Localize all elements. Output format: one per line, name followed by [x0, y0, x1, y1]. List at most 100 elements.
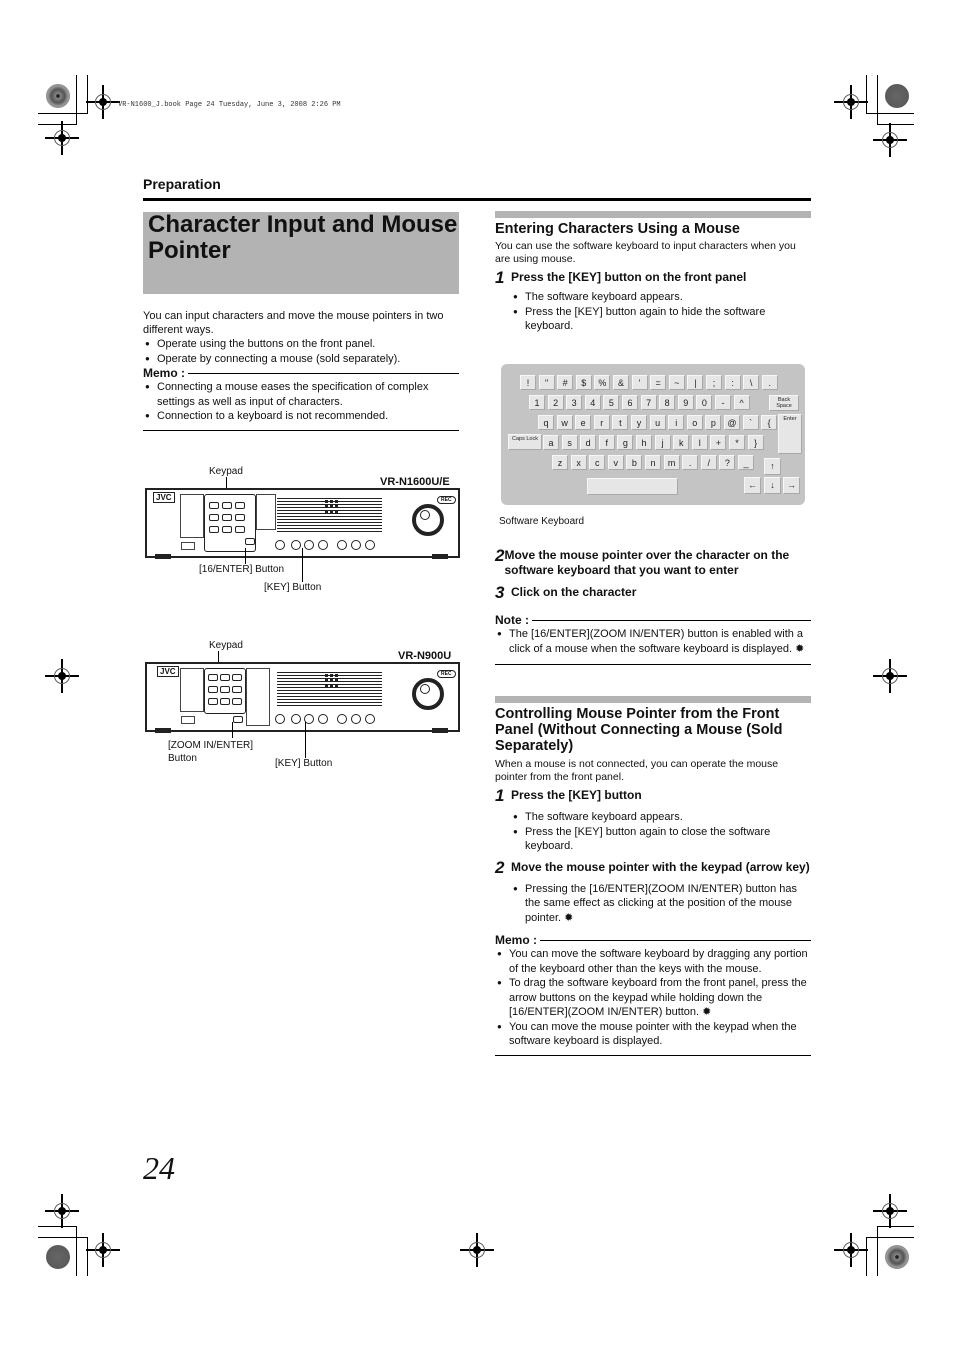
key-2[interactable]: c [589, 455, 606, 470]
key-1[interactable]: 2 [547, 395, 564, 410]
key-7[interactable]: k [673, 435, 690, 450]
key-6[interactable]: u [649, 415, 666, 430]
step-number: 1 [495, 268, 505, 287]
key-2[interactable]: # [557, 375, 574, 390]
front-button [351, 540, 361, 550]
key-5[interactable]: 6 [622, 395, 638, 410]
jog-dial [412, 678, 444, 710]
list-item: The software keyboard appears. [511, 290, 811, 305]
key-5[interactable]: & [613, 375, 629, 390]
key-7[interactable]: 8 [659, 395, 676, 410]
key-12[interactable]: { [761, 415, 778, 430]
key-11[interactable]: } [747, 435, 764, 450]
key-1[interactable]: w [556, 415, 573, 430]
front-button [275, 540, 285, 550]
key-4[interactable]: t [612, 415, 629, 430]
key-1[interactable]: " [538, 375, 555, 390]
jog-dial-center [420, 510, 430, 520]
key-3[interactable]: f [598, 435, 615, 450]
memo-bullets: You can move the software keyboard by dr… [495, 947, 811, 1049]
key-7[interactable]: . [682, 455, 699, 470]
step-text: Press the [KEY] button [511, 788, 642, 802]
list-item: To drag the software keyboard from the f… [495, 976, 811, 1020]
key-8[interactable]: l [691, 435, 708, 450]
key-4[interactable]: b [626, 455, 643, 470]
key-6[interactable]: m [663, 455, 680, 470]
key-4[interactable]: 5 [603, 395, 620, 410]
keyboard-caption: Software Keyboard [499, 516, 585, 527]
key-9[interactable]: ? [719, 455, 736, 470]
intro-bullets: Operate using the buttons on the front p… [143, 337, 459, 366]
key-8[interactable]: 9 [677, 395, 694, 410]
key-9[interactable]: + [710, 435, 727, 450]
crop-mark [866, 1237, 867, 1276]
key-10[interactable]: * [729, 435, 745, 450]
key-3[interactable]: $ [575, 375, 592, 390]
key-5[interactable]: h [636, 435, 652, 450]
key-4[interactable]: g [617, 435, 634, 450]
step-3: 3 Click on the character [495, 583, 811, 602]
key-6[interactable]: ' [631, 375, 648, 390]
key-8[interactable]: ~ [668, 375, 685, 390]
keypad-key [220, 698, 230, 705]
key-leader-1 [302, 548, 303, 582]
keypad-key [208, 698, 218, 705]
key-7[interactable]: i [668, 415, 685, 430]
keypad-key [235, 526, 245, 533]
key-3[interactable]: 4 [584, 395, 601, 410]
keypad-key [209, 514, 219, 521]
arrow-left-key[interactable]: ← [744, 477, 761, 494]
arrow-up-key[interactable]: ↑ [764, 458, 781, 475]
enter-key[interactable]: Enter [778, 414, 802, 454]
key-11[interactable]: ` [742, 415, 759, 430]
front-button [318, 714, 328, 724]
key-10[interactable]: - [715, 395, 731, 410]
key-12[interactable]: \ [743, 375, 760, 390]
key-10[interactable]: ; [706, 375, 722, 390]
key-8[interactable]: o [686, 415, 703, 430]
arrow-right-key[interactable]: → [783, 477, 800, 494]
crosshair-mark-top-right-a [834, 85, 868, 119]
jvc-logo: JVC [153, 492, 175, 503]
key-5[interactable]: n [645, 455, 661, 470]
key-1[interactable]: x [570, 455, 587, 470]
front-button [275, 714, 285, 724]
key-6[interactable]: j [654, 435, 671, 450]
key-5[interactable]: y [631, 415, 647, 430]
key-2[interactable]: d [580, 435, 597, 450]
backspace-key[interactable]: Back Space [769, 395, 799, 411]
key-3[interactable]: v [607, 455, 624, 470]
device-foot [432, 554, 448, 559]
key-2[interactable]: e [575, 415, 592, 430]
key-6[interactable]: 7 [640, 395, 657, 410]
key-10[interactable]: _ [738, 455, 754, 470]
key-8[interactable]: / [700, 455, 717, 470]
burst-icon: ✹ [702, 1006, 712, 1018]
key-3[interactable]: r [593, 415, 610, 430]
key-11[interactable]: ^ [733, 395, 750, 410]
key-4[interactable]: % [594, 375, 611, 390]
key-11[interactable]: : [724, 375, 741, 390]
device-foot [155, 554, 171, 559]
key-0[interactable]: z [552, 455, 568, 470]
key-10[interactable]: @ [724, 415, 740, 430]
arrow-down-key[interactable]: ↓ [764, 477, 781, 494]
key-0[interactable]: 1 [529, 395, 545, 410]
key-2[interactable]: 3 [566, 395, 583, 410]
keypad-key [209, 526, 219, 533]
key-7[interactable]: = [650, 375, 667, 390]
key-13[interactable]: . [761, 375, 778, 390]
key-9[interactable]: | [687, 375, 704, 390]
front-button [337, 540, 347, 550]
space-key[interactable] [587, 478, 678, 495]
caps-lock-key[interactable]: Caps Lock [508, 434, 542, 450]
key-1[interactable]: s [561, 435, 578, 450]
key-9[interactable]: p [705, 415, 722, 430]
key-9[interactable]: 0 [696, 395, 713, 410]
keypad-key [208, 686, 218, 693]
keypad-key [222, 502, 232, 509]
key-0[interactable]: a [543, 435, 559, 450]
step-number: 3 [495, 583, 505, 602]
key-0[interactable]: ! [520, 375, 536, 390]
key-0[interactable]: q [538, 415, 554, 430]
